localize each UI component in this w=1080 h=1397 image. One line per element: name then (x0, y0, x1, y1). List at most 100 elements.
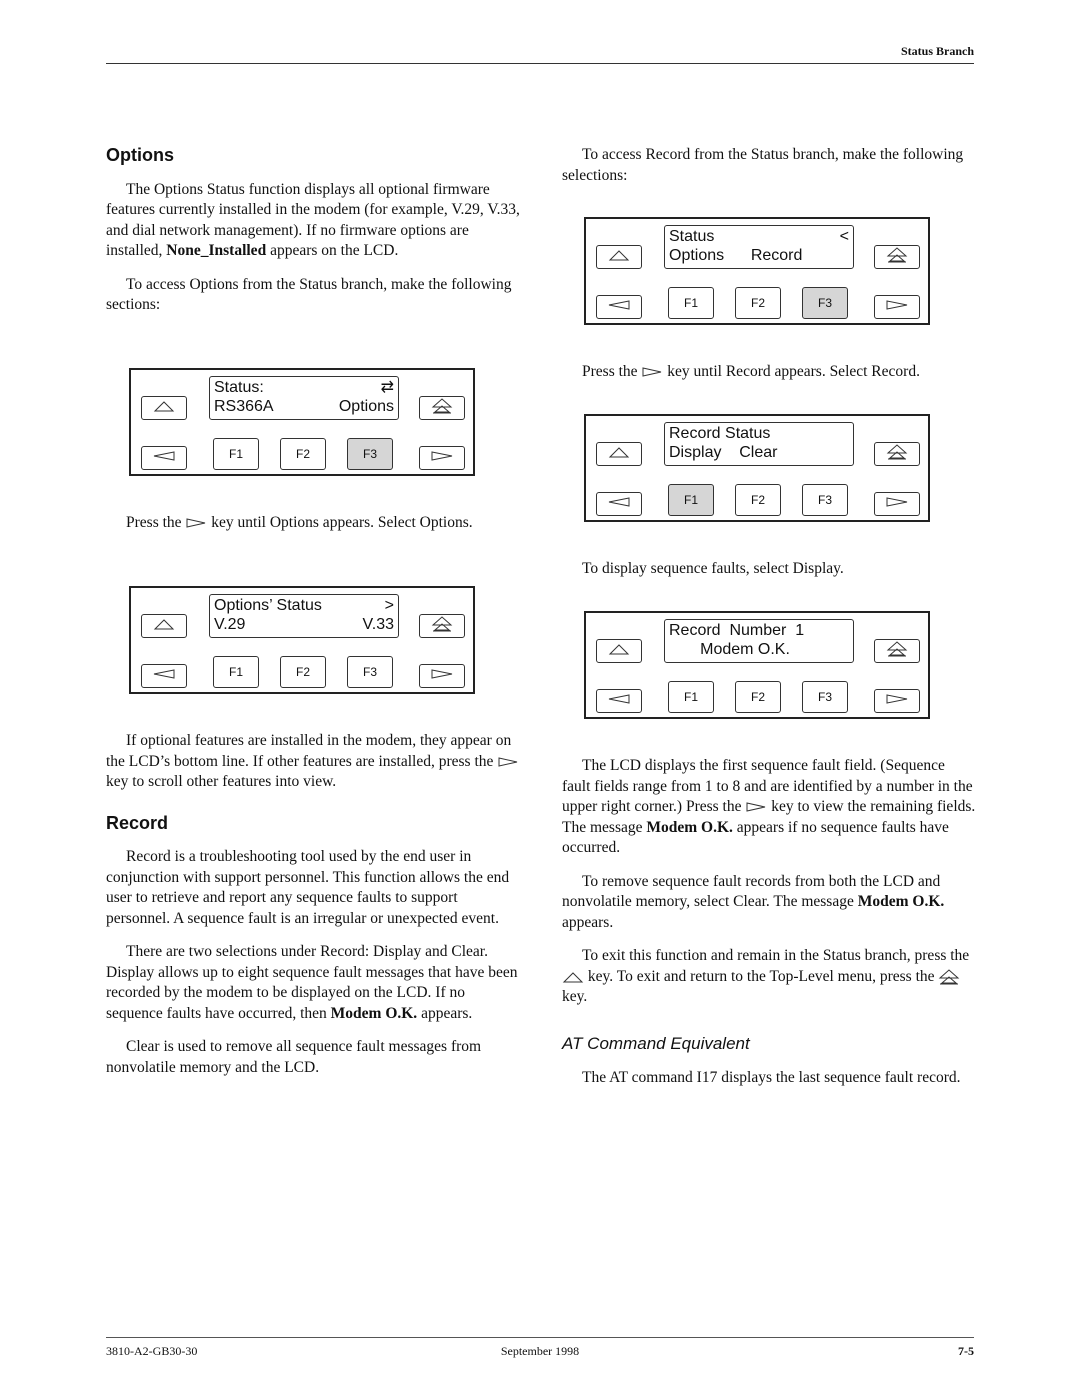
right-arrow-key[interactable] (419, 446, 465, 470)
at-command-heading: AT Command Equivalent (562, 1033, 750, 1053)
front-panel-display: Record Status Display Clear F1 F2 F3 (584, 414, 930, 522)
left-arrow-key[interactable] (596, 492, 642, 516)
right-column-lower: The LCD displays the first sequence faul… (562, 756, 976, 1102)
lcd-line2-left: Display Clear (669, 444, 778, 461)
top-level-icon (886, 640, 908, 663)
display-paragraph: To display sequence faults, select Displ… (582, 560, 844, 577)
left-arrow-icon (152, 667, 176, 685)
f2-key[interactable]: F2 (280, 438, 326, 470)
f1-key[interactable]: F1 (668, 484, 714, 516)
lcd-line1-right: ⇄ (380, 379, 394, 396)
f3-key[interactable]: F3 (802, 681, 848, 713)
top-level-icon (886, 443, 908, 466)
f3-key[interactable]: F3 (347, 656, 393, 688)
options-paragraph-4: If optional features are installed in th… (106, 731, 520, 793)
f3-key[interactable]: F3 (802, 484, 848, 516)
left-arrow-key[interactable] (141, 664, 187, 688)
left-arrow-key[interactable] (596, 295, 642, 319)
f1-key[interactable]: F1 (668, 681, 714, 713)
top-level-icon (431, 397, 453, 420)
up-arrow-key[interactable] (141, 614, 187, 638)
record-heading: Record (106, 812, 169, 833)
right-arrow-icon (885, 298, 909, 316)
top-level-icon (431, 615, 453, 638)
lcd-line1-right: < (839, 228, 849, 245)
lcd-line1-left: Status: (214, 379, 264, 396)
left-arrow-icon (607, 692, 631, 710)
lcd-line1-left: Record Status (669, 425, 771, 442)
top-level-key[interactable] (419, 614, 465, 638)
right-arrow-icon (885, 495, 909, 513)
footer-date: September 1998 (500, 1344, 580, 1358)
options-paragraph-1: The Options Status function displays all… (106, 180, 520, 260)
right-column-display: To display sequence faults, select Displ… (562, 559, 976, 593)
f2-key[interactable]: F2 (735, 681, 781, 713)
f3-key[interactable]: F3 (347, 438, 393, 470)
up-arrow-key[interactable] (596, 442, 642, 466)
f1-key[interactable]: F1 (213, 656, 259, 688)
right-arrow-key[interactable] (874, 295, 920, 319)
up-arrow-icon (153, 617, 175, 636)
top-level-key[interactable] (874, 639, 920, 663)
right-arrow-key[interactable] (874, 492, 920, 516)
lcd-line2-left: Options Record (669, 247, 803, 264)
front-panel-display: Status < Options Record F1 F2 F3 (584, 217, 930, 325)
lcd-screen: Record Status Display Clear (664, 422, 854, 466)
left-arrow-icon (152, 449, 176, 467)
lcd-line1-left: Options’ Status (214, 597, 322, 614)
record-paragraph-2: There are two selections under Record: D… (106, 943, 518, 1022)
options-heading: Options (106, 145, 174, 165)
up-arrow-icon (608, 445, 630, 464)
up-arrow-key[interactable] (596, 245, 642, 269)
lcd-line1-left: Record Number 1 (669, 622, 805, 639)
right-column-press: Press the key until Record appears. Sele… (562, 362, 976, 396)
lcd-line1-right: > (384, 597, 394, 614)
section-title: Status Branch (900, 44, 974, 58)
left-column-top: Options The Options Status function disp… (106, 145, 520, 329)
right-arrow-key-icon (498, 757, 518, 767)
front-panel-display: Record Number 1 Modem O.K. F1 F2 F3 (584, 611, 930, 719)
right-arrow-icon (430, 449, 454, 467)
left-arrow-key[interactable] (141, 446, 187, 470)
lcd-line2-right: Options (338, 398, 394, 415)
f1-key[interactable]: F1 (213, 438, 259, 470)
up-arrow-icon (608, 642, 630, 661)
f2-key[interactable]: F2 (280, 656, 326, 688)
up-arrow-key[interactable] (141, 396, 187, 420)
lcd-fault-paragraph: The LCD displays the first sequence faul… (562, 757, 976, 856)
top-level-icon (886, 246, 908, 269)
left-arrow-icon (607, 495, 631, 513)
front-panel-display: Options’ Status > V.29 V.33 F1 F2 F3 (129, 586, 475, 694)
at-command-paragraph: The AT command I17 displays the last seq… (582, 1069, 961, 1086)
lcd-line2-right: V.33 (362, 616, 394, 633)
top-level-key[interactable] (419, 396, 465, 420)
top-level-key[interactable] (874, 442, 920, 466)
right-arrow-key-icon (746, 802, 766, 813)
f3-key[interactable]: F3 (802, 287, 848, 319)
left-arrow-key[interactable] (596, 689, 642, 713)
lcd-screen: Record Number 1 Modem O.K. (664, 619, 854, 663)
right-arrow-icon (430, 667, 454, 685)
up-arrow-key-icon (562, 972, 584, 983)
left-column-press: Press the key until Options appears. Sel… (106, 513, 520, 547)
up-arrow-icon (153, 399, 175, 418)
f2-key[interactable]: F2 (735, 484, 781, 516)
f1-key[interactable]: F1 (668, 287, 714, 319)
record-access-paragraph: To access Record from the Status branch,… (562, 146, 964, 184)
right-arrow-key[interactable] (419, 664, 465, 688)
left-column-lower: If optional features are installed in th… (106, 731, 520, 1091)
up-arrow-icon (608, 248, 630, 267)
right-arrow-key-icon (186, 518, 206, 529)
record-paragraph-1: Record is a troubleshooting tool used by… (106, 848, 510, 927)
f2-key[interactable]: F2 (735, 287, 781, 319)
top-level-key[interactable] (874, 245, 920, 269)
options-paragraph-2: To access Options from the Status branch… (106, 275, 512, 314)
right-arrow-key-icon (642, 367, 662, 378)
lcd-line2-left: V.29 (214, 616, 246, 633)
right-arrow-icon (885, 692, 909, 710)
right-arrow-key[interactable] (874, 689, 920, 713)
page-number: 7-5 (958, 1344, 974, 1358)
up-arrow-key[interactable] (596, 639, 642, 663)
press-right-key-paragraph: Press the key until Options appears. Sel… (126, 514, 473, 531)
exit-paragraph: To exit this function and remain in the … (562, 947, 970, 1005)
